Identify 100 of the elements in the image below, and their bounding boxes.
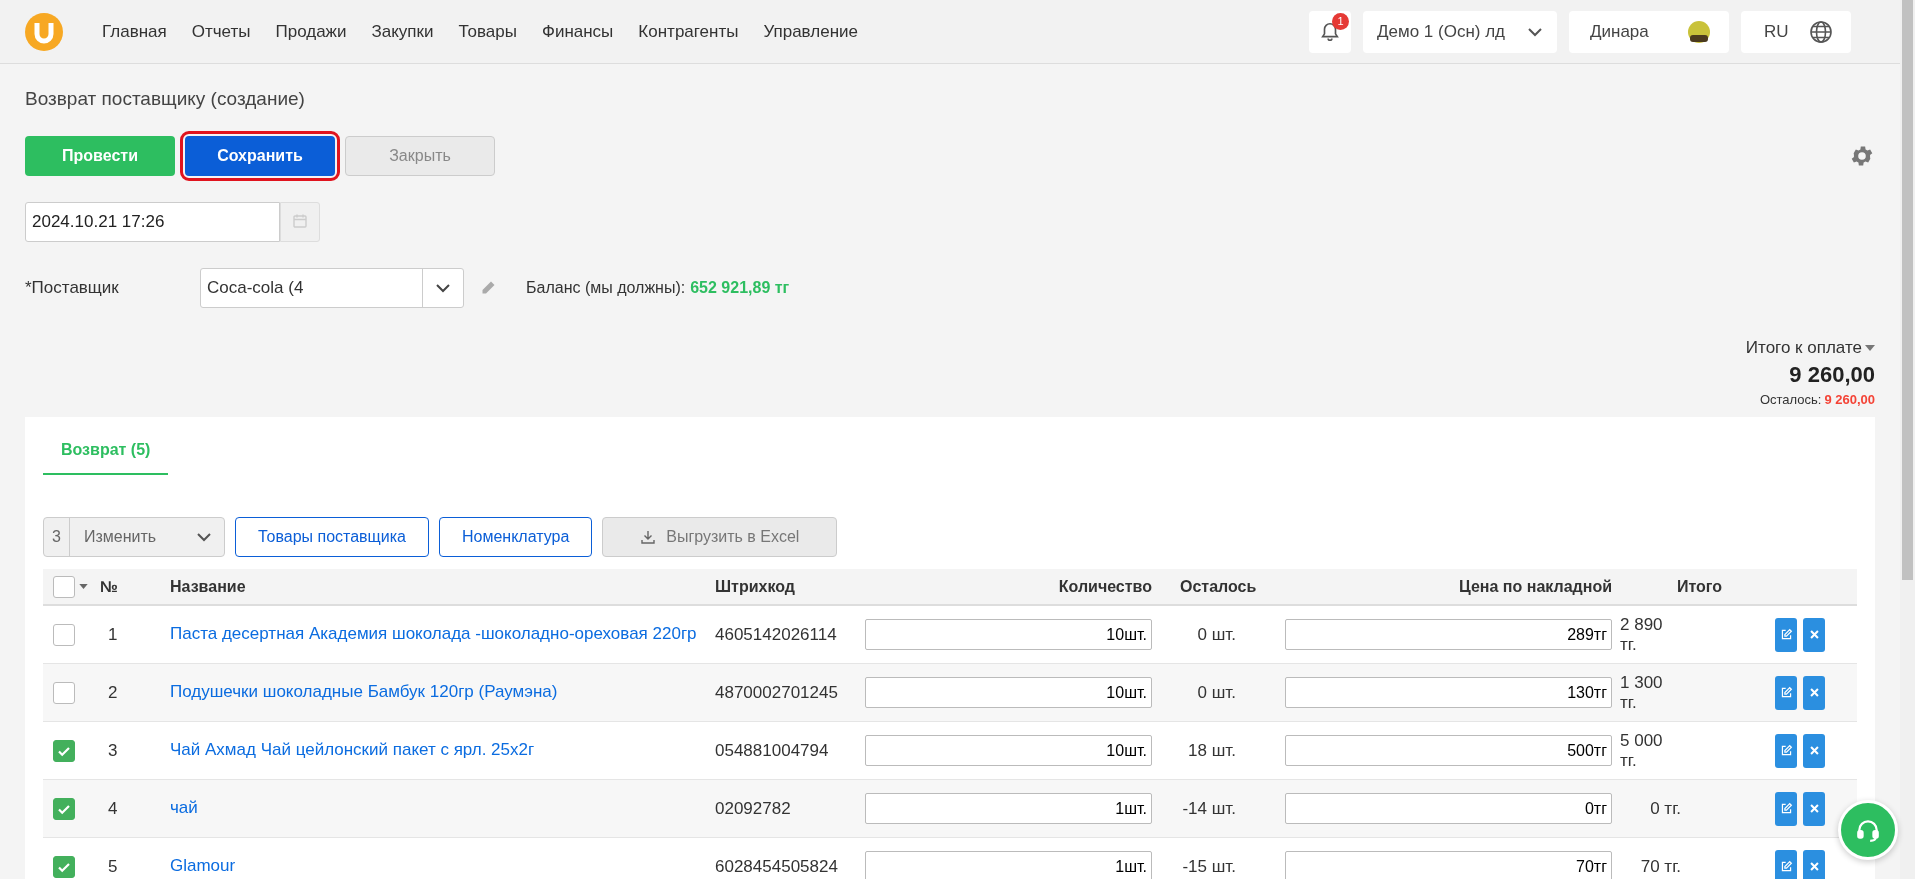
nav-link[interactable]: Закупки [371,21,434,42]
notifications-button[interactable]: 1 [1309,10,1351,53]
globe-icon [1809,19,1833,44]
nav-link[interactable]: Управление [763,21,858,42]
barcode-cell: 02092782 [715,798,791,819]
edit-button[interactable] [1775,791,1797,826]
caret-down-icon[interactable] [1865,345,1875,351]
logo-icon[interactable] [24,11,64,52]
price-field[interactable]: 0тг [1285,793,1612,824]
nav-link[interactable]: Главная [102,21,167,42]
nav-link[interactable]: Товары [458,21,517,42]
delete-button[interactable] [1803,733,1825,768]
remaining-cell: 0 шт. [1197,624,1236,645]
column-header: Осталось [1180,577,1257,596]
row-checkbox[interactable] [53,739,75,762]
delete-button[interactable] [1803,791,1825,826]
balance-label: Баланс (мы должны): [526,279,686,297]
nav-link[interactable]: Финансы [541,21,614,42]
row-checkbox[interactable] [53,855,75,878]
user-menu[interactable]: Динара [1569,10,1729,53]
download-icon [640,529,657,545]
delete-button[interactable] [1803,617,1825,652]
price-field[interactable]: 289тг [1285,619,1612,650]
product-link[interactable]: Паста десертная Академия шоколада -шоколадно-ореховая 220гр [170,617,697,652]
close-icon [1808,803,1820,814]
price-field[interactable]: 70тг [1285,851,1612,879]
quantity-field[interactable]: 10шт. [865,619,1152,650]
remaining-cell: -14 шт. [1182,798,1236,819]
edit-icon [1779,860,1793,873]
caret-down-icon[interactable] [79,584,88,589]
column-header: Количество [1058,577,1152,596]
product-link[interactable]: Подушечки шоколадные Бамбук 120гр (Раумэна) [170,675,558,710]
balance-value: 652 921,89 тг [690,279,790,297]
settings-icon[interactable] [1849,143,1875,169]
nav-link[interactable]: Контрагенты [638,21,739,42]
barcode-cell: 4870002701245 [715,682,838,703]
column-header: Цена по накладной [1459,577,1612,596]
column-header: Название [170,577,246,596]
scrollbar[interactable] [1900,0,1915,879]
notification-badge: 1 [1332,12,1349,30]
supplier-select[interactable]: Coca-cola (4 [200,268,464,308]
product-link[interactable]: Glamour [170,849,236,879]
selected-count: 3 [44,518,70,556]
calendar-icon [292,212,308,229]
total-cell-text: 2 890 тг. [1620,614,1664,655]
organization-select[interactable]: Демо 1 (Осн) лд [1363,10,1557,53]
toolbar-button[interactable]: Номенклатура [438,517,593,557]
close-icon [1808,687,1820,698]
remaining-amount: 9 260,00 [1824,392,1875,407]
toolbar-button[interactable]: Товары поставщика [235,517,429,557]
remaining-cell: 0 шт. [1197,682,1236,703]
edit-button[interactable] [1775,733,1797,768]
quantity-field[interactable]: 1шт. [865,851,1152,879]
remaining-label: Осталось: [1759,392,1822,407]
edit-icon [1779,686,1793,699]
quantity-field[interactable]: 10шт. [865,735,1152,766]
remaining-cell: -15 шт. [1182,856,1236,877]
toolbar-button[interactable]: Выгрузить в Excel [602,517,838,557]
avatar-icon [1687,19,1711,44]
date-field[interactable]: 2024.10.21 17:26 [25,202,280,242]
remaining-cell: 18 шт. [1188,740,1236,761]
nav-link[interactable]: Отчеты [191,21,251,42]
headset-icon [1855,817,1881,843]
delete-button[interactable] [1803,675,1825,710]
delete-button[interactable] [1803,849,1825,879]
nav-link[interactable]: Продажи [275,21,347,42]
row-number: 2 [107,682,118,703]
close-icon [1808,861,1820,872]
total-cell: 0 тг. [1650,798,1681,819]
close-icon [1808,629,1820,640]
column-header: № [100,577,118,596]
row-checkbox[interactable] [53,623,75,646]
edit-icon [1779,802,1793,815]
quantity-field[interactable]: 10шт. [865,677,1152,708]
row-checkbox[interactable] [53,797,75,820]
price-field[interactable]: 500тг [1285,735,1612,766]
total-amount: 9 260,00 [1789,362,1875,388]
product-link[interactable]: Чай Ахмад Чай цейлонский пакет с ярл. 25х2г [170,733,535,768]
bulk-change-dropdown[interactable]: 3 Изменить [43,517,225,557]
edit-button[interactable] [1775,849,1797,879]
language-select[interactable]: RU [1741,10,1851,53]
select-all-checkbox[interactable] [53,575,75,598]
quantity-field[interactable]: 1шт. [865,793,1152,824]
edit-icon [1779,628,1793,641]
pencil-icon[interactable] [480,280,496,296]
row-number: 3 [107,740,118,761]
row-checkbox[interactable] [53,681,75,704]
edit-button[interactable] [1775,617,1797,652]
product-link[interactable]: чай [170,791,198,826]
change-label: Изменить [82,528,158,546]
column-header: Штрихкод [715,577,795,596]
price-field[interactable]: 130тг [1285,677,1612,708]
barcode-cell: 054881004794 [715,740,829,761]
row-number: 4 [107,798,118,819]
support-button[interactable] [1838,800,1898,860]
supplier-label: *Поставщик [25,278,120,298]
edit-button[interactable] [1775,675,1797,710]
edit-icon [1779,744,1793,757]
total-cell: 70 тг. [1640,856,1681,877]
row-number: 5 [107,856,118,877]
